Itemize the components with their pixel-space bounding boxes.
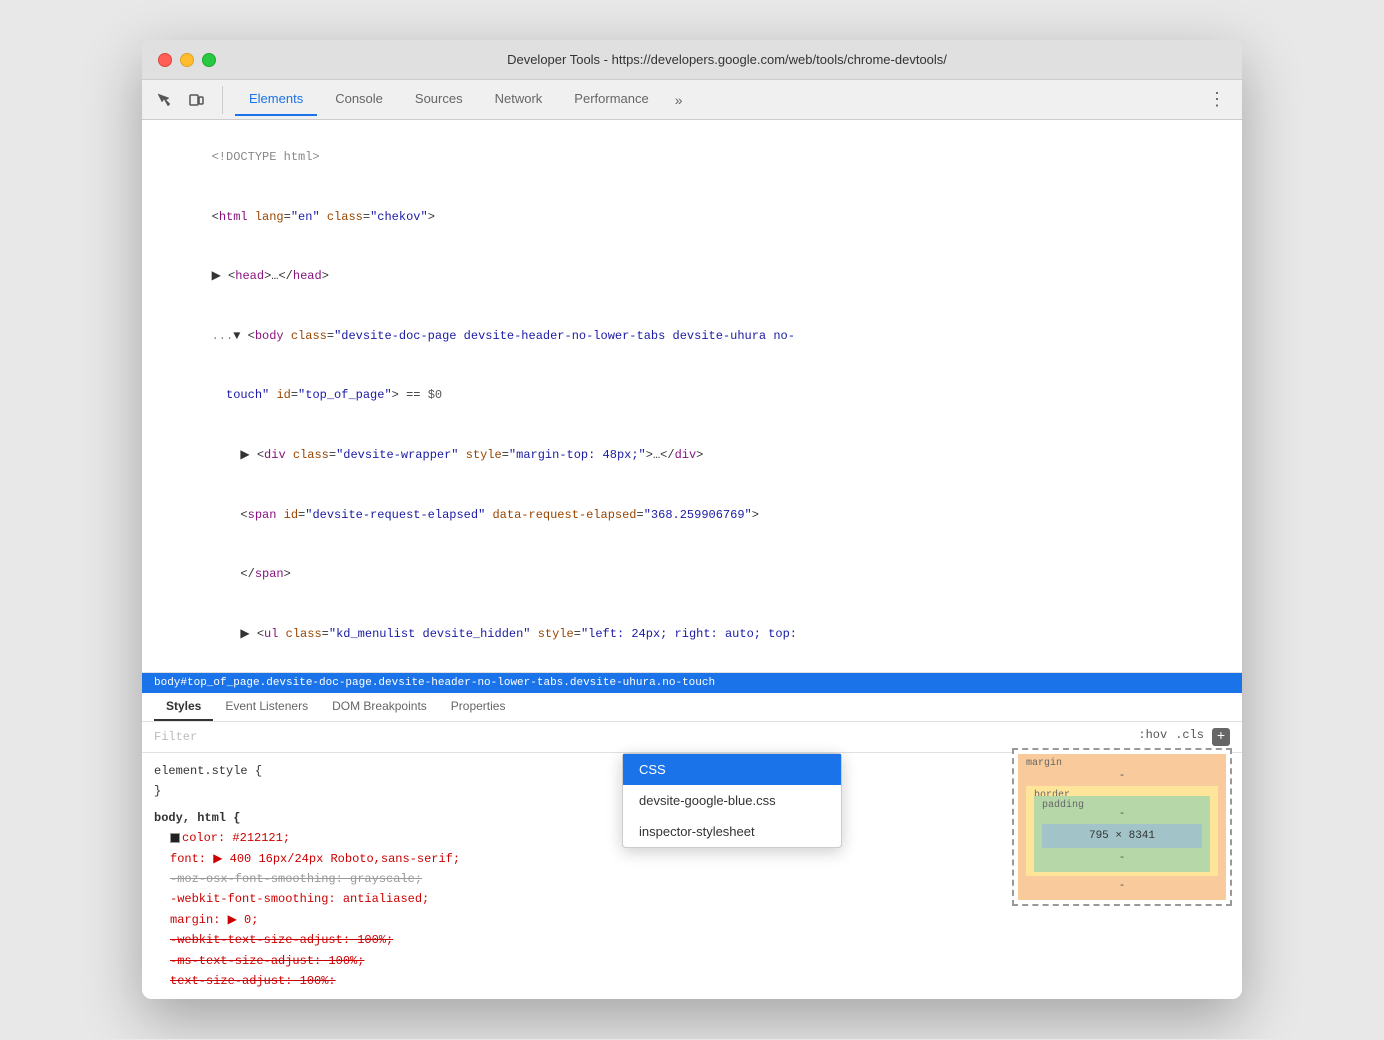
window-title: Developer Tools - https://developers.goo… [228, 52, 1226, 67]
prop-webkit-text-size: -webkit-text-size-adjust: 100%; [154, 930, 1230, 950]
prop-ms-text-size: -ms-text-size-adjust: 100%; [154, 951, 1230, 971]
filter-actions: :hov .cls + [1138, 728, 1230, 746]
traffic-lights [158, 53, 216, 67]
tab-performance[interactable]: Performance [560, 83, 662, 116]
dropdown-item-inspector[interactable]: inspector-stylesheet [623, 816, 841, 847]
css-dropdown: CSS devsite-google-blue.css inspector-st… [622, 753, 842, 848]
main-content: <!DOCTYPE html> <html lang="en" class="c… [142, 120, 1242, 999]
margin-bottom-value: - [1026, 880, 1218, 892]
content-dimensions: 795 × 8341 [1089, 830, 1155, 842]
content-box: 795 × 8341 [1042, 824, 1202, 848]
inspect-icon[interactable] [150, 86, 178, 114]
tab-elements[interactable]: Elements [235, 83, 317, 116]
prop-text-size: text-size-adjust: 100%: [154, 971, 1230, 991]
padding-box: padding - 795 × 8341 - [1034, 796, 1210, 872]
dom-line-span[interactable]: <span id="devsite-request-elapsed" data-… [142, 485, 1242, 545]
close-button[interactable] [158, 53, 172, 67]
styles-tabs: Styles Event Listeners DOM Breakpoints P… [142, 693, 1242, 722]
dom-line-div[interactable]: ▶ <div class="devsite-wrapper" style="ma… [142, 426, 1242, 486]
maximize-button[interactable] [202, 53, 216, 67]
dom-line-body-open[interactable]: ...▼ <body class="devsite-doc-page devsi… [142, 307, 1242, 367]
dropdown-item-css[interactable]: CSS [623, 754, 841, 785]
filter-label: Filter [154, 730, 197, 744]
box-model: margin - border padding - 795 × 8341 - [1012, 748, 1232, 906]
padding-bottom-value: - [1042, 852, 1202, 864]
styles-tab-properties[interactable]: Properties [439, 693, 518, 721]
box-model-panel: margin - border padding - 795 × 8341 - [1012, 748, 1232, 906]
tab-network[interactable]: Network [481, 83, 557, 116]
margin-box: margin - border padding - 795 × 8341 - [1018, 754, 1226, 900]
dom-line-span-close: </span> [142, 545, 1242, 605]
styles-tab-dom-breakpoints[interactable]: DOM Breakpoints [320, 693, 439, 721]
device-toolbar-icon[interactable] [182, 86, 210, 114]
breadcrumb[interactable]: body#top_of_page.devsite-doc-page.devsit… [142, 673, 1242, 693]
margin-top-value: - [1026, 770, 1218, 782]
dom-line-ul[interactable]: ▶ <ul class="kd_menulist devsite_hidden"… [142, 605, 1242, 665]
devtools-window: Developer Tools - https://developers.goo… [142, 40, 1242, 999]
prop-margin: margin: ▶ 0; [154, 910, 1230, 930]
body-html-selector: body, html { [154, 808, 240, 828]
hov-button[interactable]: :hov [1138, 728, 1167, 746]
styles-tab-styles[interactable]: Styles [154, 693, 213, 721]
devtools-menu-button[interactable]: ⋮ [1200, 85, 1234, 114]
more-tabs-button[interactable]: » [667, 88, 691, 112]
styles-panel: Styles Event Listeners DOM Breakpoints P… [142, 693, 1242, 999]
color-swatch [170, 833, 180, 843]
add-style-rule-button[interactable]: + [1212, 728, 1230, 746]
dom-panel: <!DOCTYPE html> <html lang="en" class="c… [142, 120, 1242, 673]
dom-line-body-cont: touch" id="top_of_page"> == $0 [142, 366, 1242, 426]
dropdown-item-devsite[interactable]: devsite-google-blue.css [623, 785, 841, 816]
cls-button[interactable]: .cls [1175, 728, 1204, 746]
minimize-button[interactable] [180, 53, 194, 67]
dom-line-html[interactable]: <html lang="en" class="chekov"> [142, 188, 1242, 248]
margin-label: margin [1022, 756, 1066, 771]
titlebar: Developer Tools - https://developers.goo… [142, 40, 1242, 80]
tab-sources[interactable]: Sources [401, 83, 477, 116]
dom-line-head[interactable]: ▶ <head>…</head> [142, 247, 1242, 307]
styles-tab-event-listeners[interactable]: Event Listeners [213, 693, 320, 721]
toolbar: Elements Console Sources Network Perform… [142, 80, 1242, 120]
border-box: border padding - 795 × 8341 - [1026, 786, 1218, 876]
toolbar-icons [150, 86, 223, 114]
dom-line-doctype: <!DOCTYPE html> [142, 128, 1242, 188]
padding-label: padding [1038, 798, 1088, 813]
tab-console[interactable]: Console [321, 83, 397, 116]
